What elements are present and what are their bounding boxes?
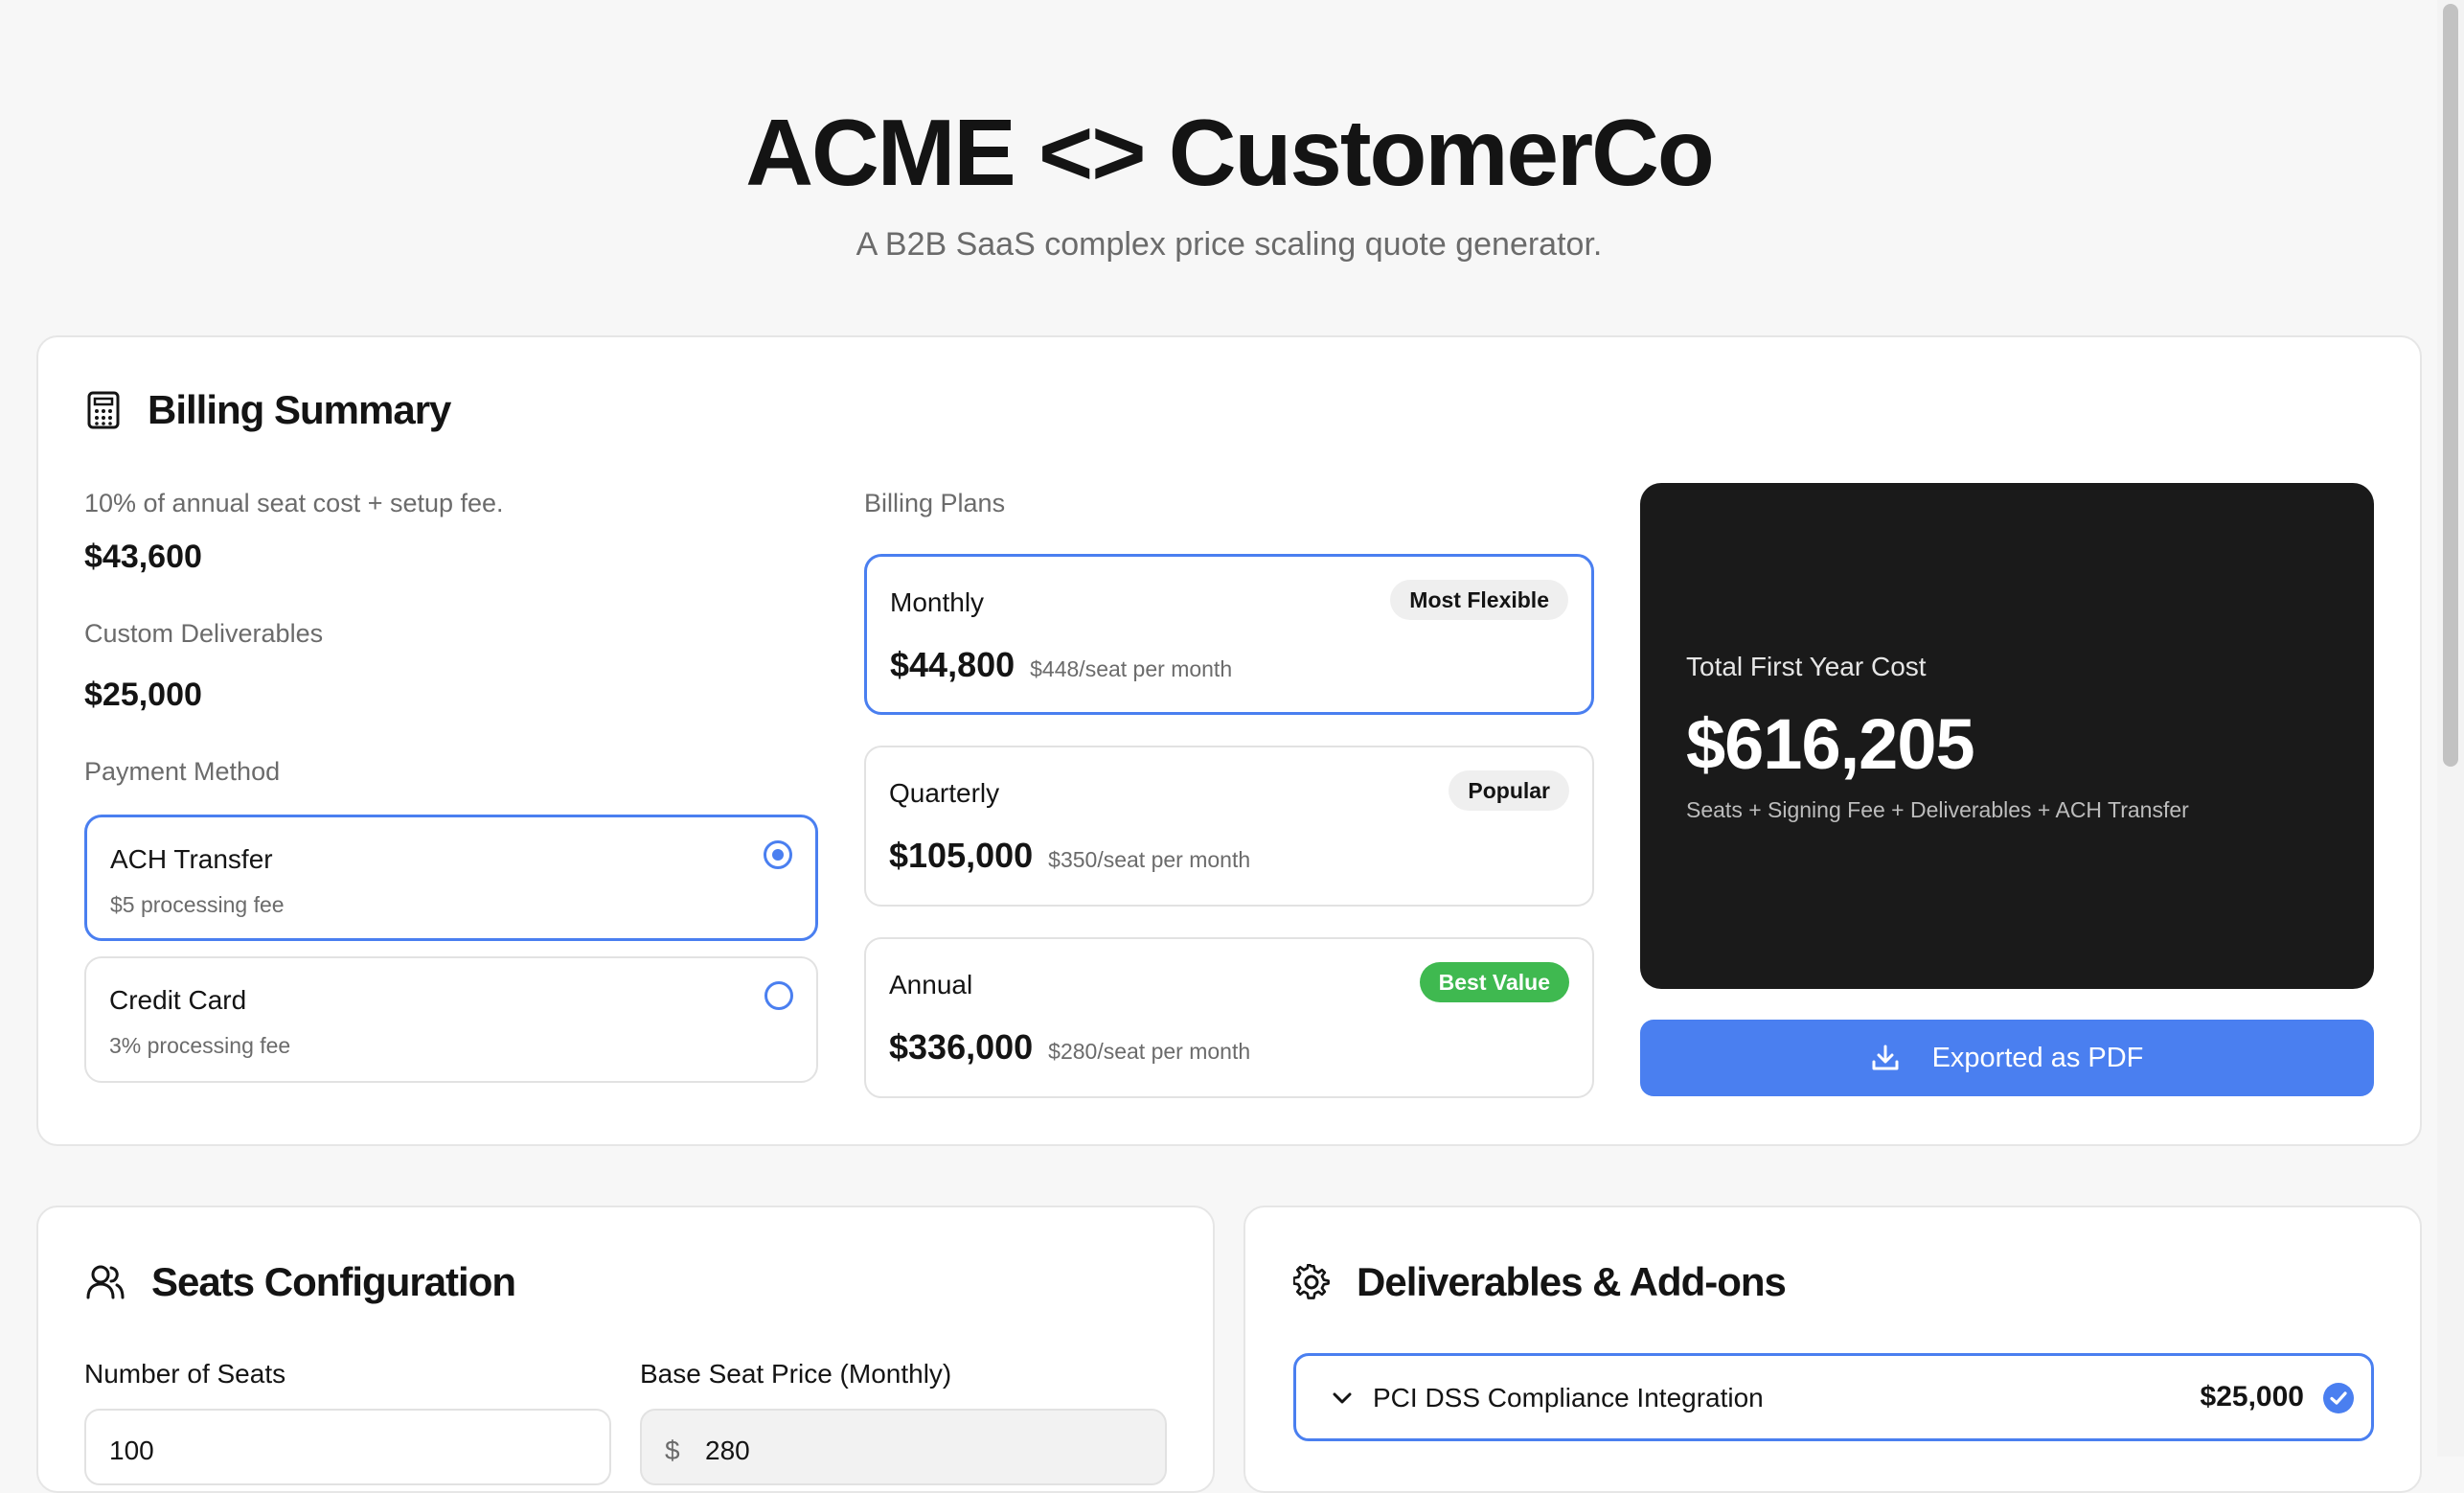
plan-name: Quarterly <box>889 778 1000 808</box>
check-circle-icon[interactable] <box>2323 1383 2354 1413</box>
deliverables-header: Deliverables & Add-ons <box>1293 1259 1787 1305</box>
payment-option-name: Credit Card <box>109 985 247 1015</box>
total-cost-label: Total First Year Cost <box>1686 652 1927 681</box>
payment-option-credit-card[interactable]: Credit Card 3% processing fee <box>84 956 818 1083</box>
deliverable-price: $25,000 <box>2200 1381 2304 1413</box>
billing-summary-title: Billing Summary <box>148 387 451 432</box>
deliverables-card: Deliverables & Add-ons <box>1243 1206 2422 1493</box>
credit-card-radio[interactable] <box>764 981 793 1010</box>
plan-name: Monthly <box>890 587 985 617</box>
plan-badge: Popular <box>1449 770 1569 811</box>
deliverable-name: PCI DSS Compliance Integration <box>1373 1383 1764 1413</box>
plan-badge: Best Value <box>1419 962 1569 1002</box>
page-header: ACME <> CustomerCo A B2B SaaS complex pr… <box>0 96 2458 264</box>
plan-price: $336,000 <box>889 1027 1034 1067</box>
plan-price-row: $336,000 $280/seat per month <box>889 1027 1250 1068</box>
currency-symbol: $ <box>665 1436 680 1465</box>
number-of-seats-label: Number of Seats <box>84 1359 286 1389</box>
plan-per-seat: $448/seat per month <box>1030 656 1233 681</box>
billing-plans-label: Billing Plans <box>864 489 1006 517</box>
total-cost-breakdown: Seats + Signing Fee + Deliverables + ACH… <box>1686 797 2189 822</box>
setup-fee-value: $43,600 <box>84 539 202 575</box>
export-pdf-button[interactable]: Exported as PDF <box>1640 1020 2374 1096</box>
download-icon <box>1871 1044 1900 1072</box>
payment-method-label: Payment Method <box>84 757 281 786</box>
plan-price-row: $105,000 $350/seat per month <box>889 836 1250 876</box>
total-cost-panel: Total First Year Cost $616,205 Seats + S… <box>1640 483 2374 989</box>
plan-per-seat: $350/seat per month <box>1048 847 1251 872</box>
seats-configuration-header: Seats Configuration <box>86 1259 516 1305</box>
deliverable-item[interactable]: PCI DSS Compliance Integration $25,000 <box>1293 1353 2374 1441</box>
export-pdf-label: Exported as PDF <box>1931 1042 2144 1073</box>
number-of-seats-value: 100 <box>109 1436 154 1465</box>
payment-option-name: ACH Transfer <box>110 844 273 874</box>
plan-price: $44,800 <box>890 645 1015 684</box>
deliverables-title: Deliverables & Add-ons <box>1357 1259 1787 1304</box>
base-seat-price-value: 280 <box>705 1436 750 1465</box>
total-cost-value: $616,205 <box>1686 704 1975 784</box>
base-seat-price-input[interactable]: $ 280 <box>640 1409 1167 1485</box>
chevron-down-icon[interactable] <box>1331 1387 1354 1414</box>
gear-icon <box>1293 1264 1330 1300</box>
plan-badge: Most Flexible <box>1390 580 1568 620</box>
custom-deliverables-label: Custom Deliverables <box>84 619 324 648</box>
plan-price: $105,000 <box>889 836 1034 875</box>
payment-option-fee: 3% processing fee <box>109 1033 291 1058</box>
custom-deliverables-value: $25,000 <box>84 677 202 713</box>
plan-annual[interactable]: Annual Best Value $336,000 $280/seat per… <box>864 937 1594 1098</box>
seats-configuration-card: Seats Configuration Number of Seats 100 … <box>36 1206 1215 1493</box>
plan-per-seat: $280/seat per month <box>1048 1039 1251 1064</box>
seats-configuration-title: Seats Configuration <box>151 1259 516 1304</box>
ach-radio[interactable] <box>764 840 792 869</box>
plan-name: Annual <box>889 970 973 999</box>
plan-monthly[interactable]: Monthly Most Flexible $44,800 $448/seat … <box>864 554 1594 715</box>
users-icon <box>86 1264 125 1300</box>
page-subtitle: A B2B SaaS complex price scaling quote g… <box>856 226 1603 263</box>
payment-option-fee: $5 processing fee <box>110 892 285 917</box>
page-title: ACME <> CustomerCo <box>745 100 1715 205</box>
plan-quarterly[interactable]: Quarterly Popular $105,000 $350/seat per… <box>864 746 1594 907</box>
payment-option-ach[interactable]: ACH Transfer $5 processing fee <box>84 815 818 941</box>
base-seat-price-label: Base Seat Price (Monthly) <box>640 1359 952 1389</box>
calculator-icon <box>86 391 121 429</box>
setup-fee-label: 10% of annual seat cost + setup fee. <box>84 489 504 517</box>
plan-price-row: $44,800 $448/seat per month <box>890 645 1232 685</box>
number-of-seats-input[interactable]: 100 <box>84 1409 611 1485</box>
billing-summary-header: Billing Summary <box>86 387 451 433</box>
